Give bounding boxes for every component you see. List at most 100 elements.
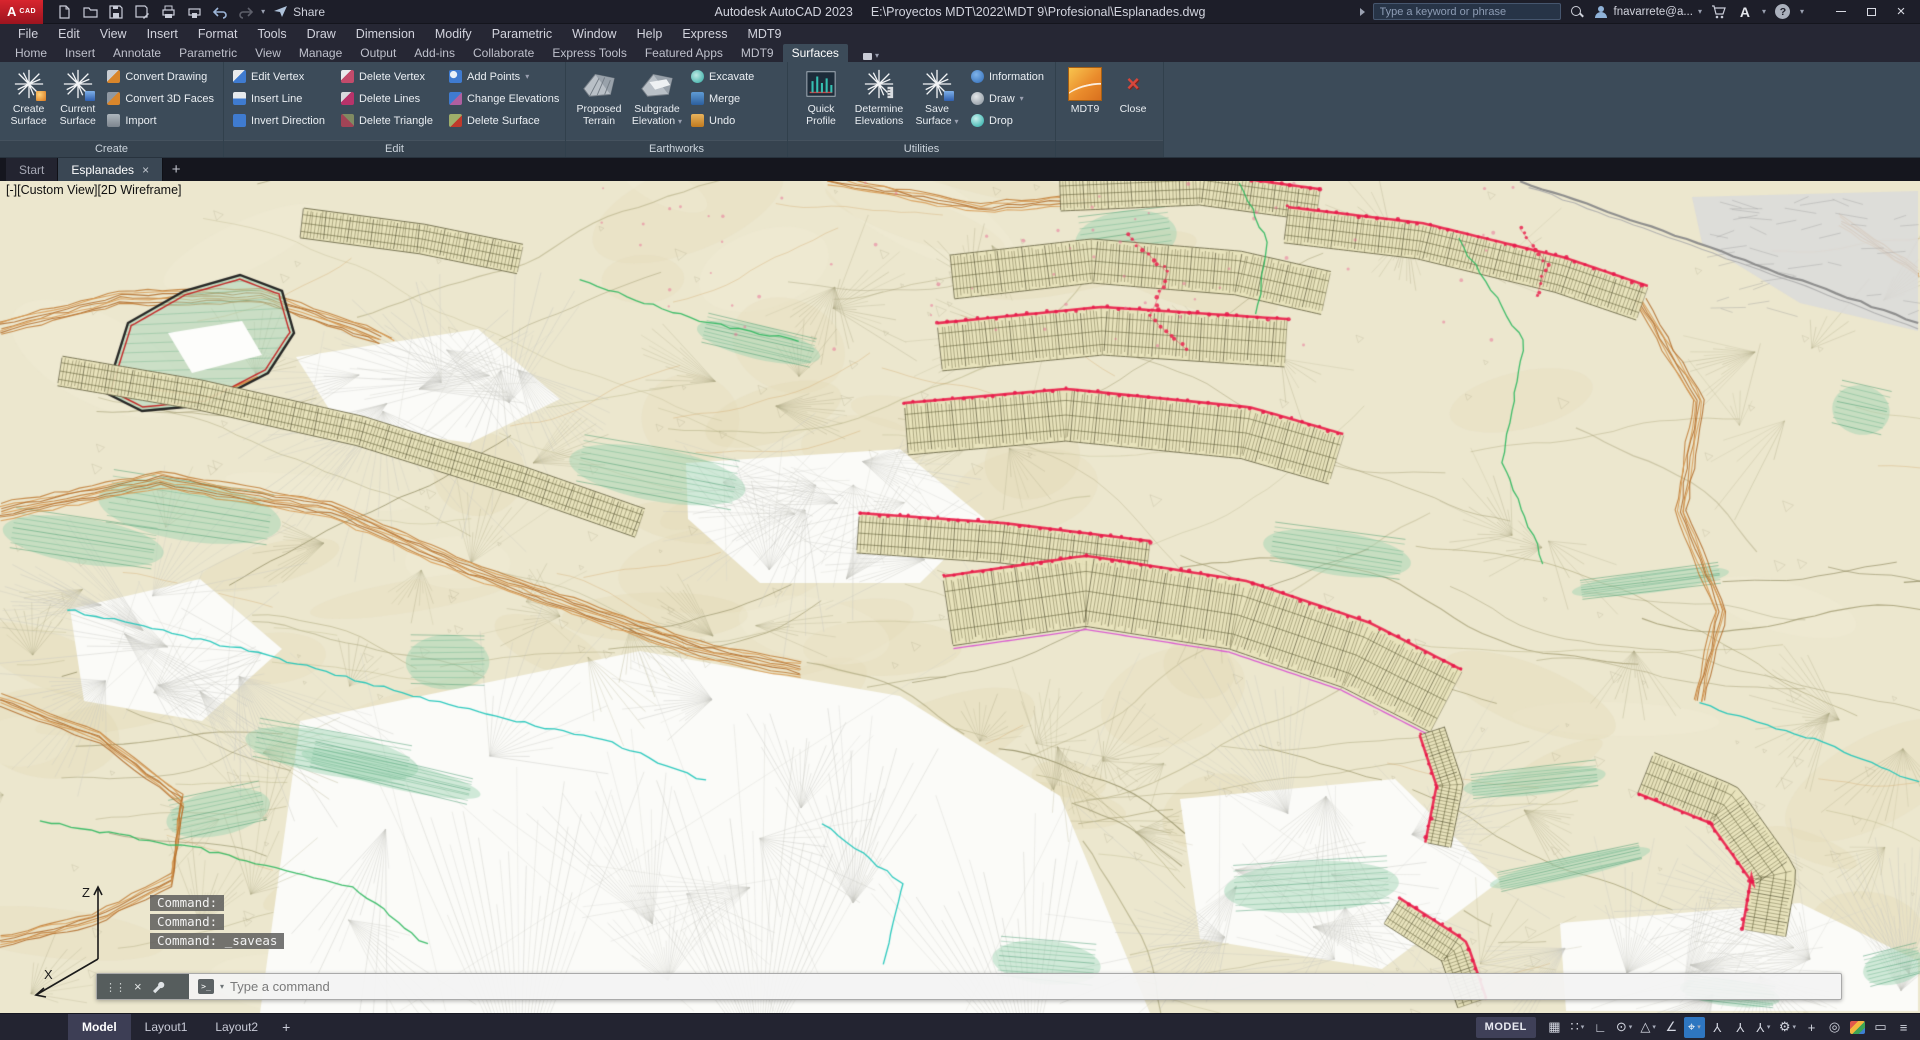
account-menu[interactable]: fnavarrete@a... ▾ (1593, 4, 1702, 19)
delete-triangle-button[interactable]: Delete Triangle (337, 111, 437, 130)
ribbon-tab-output[interactable]: Output (351, 44, 405, 62)
file-tab-start[interactable]: Start (6, 158, 58, 181)
menu-tools[interactable]: Tools (247, 24, 296, 44)
proposed-terrain-button[interactable]: Proposed Terrain (571, 64, 627, 140)
save-as-button[interactable] (131, 2, 153, 22)
menu-modify[interactable]: Modify (425, 24, 482, 44)
search-arrow-icon[interactable] (1360, 8, 1365, 16)
workspace-switching-button[interactable]: ⚙▾ (1776, 1017, 1799, 1038)
ribbon-tab-home[interactable]: Home (6, 44, 56, 62)
command-bar-handle[interactable]: × (97, 974, 189, 999)
undo-earthworks-button[interactable]: Undo (687, 111, 758, 130)
save-surface-button[interactable]: Save Surface ▾ (909, 64, 965, 140)
insert-line-button[interactable]: Insert Line (229, 89, 329, 108)
object-snap-toggle[interactable]: ⌖▾ (1684, 1017, 1705, 1038)
panel-label-edit[interactable]: Edit (224, 140, 565, 157)
import-button[interactable]: Import (103, 111, 218, 130)
drop-button[interactable]: Drop (967, 111, 1048, 130)
ribbon-display-toggle[interactable]: ▾ (858, 50, 884, 62)
model-space-button[interactable]: MODEL (1476, 1017, 1536, 1038)
change-elevations-button[interactable]: Change Elevations (445, 89, 563, 108)
new-file-tab-button[interactable]: + (163, 158, 189, 181)
menu-edit[interactable]: Edit (48, 24, 90, 44)
object-snap-tracking-toggle[interactable]: ∠ (1661, 1017, 1682, 1038)
ribbon-tab-addins[interactable]: Add-ins (405, 44, 464, 62)
autocad-logo[interactable]: A CAD (0, 0, 43, 24)
current-surface-button[interactable]: Current Surface (54, 64, 101, 140)
customize-wrench-icon[interactable] (151, 980, 165, 994)
drawing-viewport[interactable] (0, 181, 1920, 1013)
menu-insert[interactable]: Insert (137, 24, 188, 44)
menu-mdt9[interactable]: MDT9 (737, 24, 791, 44)
convert-drawing-button[interactable]: Convert Drawing (103, 67, 218, 86)
open-button[interactable] (79, 2, 101, 22)
viewport-controls-label[interactable]: [-][Custom View][2D Wireframe] (6, 183, 182, 197)
quick-profile-button[interactable]: Quick Profile (793, 64, 849, 140)
delete-surface-button[interactable]: Delete Surface (445, 111, 563, 130)
app-store-button[interactable] (1710, 3, 1728, 21)
ortho-toggle[interactable]: ∟ (1590, 1017, 1611, 1038)
delete-lines-button[interactable]: Delete Lines (337, 89, 437, 108)
menu-dimension[interactable]: Dimension (346, 24, 425, 44)
grid-toggle[interactable]: ▦ (1544, 1017, 1565, 1038)
annotation-scale-button[interactable]: Y▾ (1753, 1017, 1774, 1038)
minimize-button[interactable] (1826, 0, 1856, 24)
share-button[interactable]: Share (273, 5, 325, 19)
ribbon-tab-mdt9[interactable]: MDT9 (732, 44, 783, 62)
command-close-icon[interactable]: × (134, 979, 142, 994)
panel-label-utilities[interactable]: Utilities (788, 140, 1055, 157)
isometric-drafting-toggle[interactable]: △▾ (1637, 1017, 1659, 1038)
convert-3d-faces-button[interactable]: Convert 3D Faces (103, 89, 218, 108)
ribbon-tab-featured-apps[interactable]: Featured Apps (636, 44, 732, 62)
search-input[interactable] (1373, 3, 1561, 20)
draw-button[interactable]: Draw ▾ (967, 89, 1048, 108)
information-button[interactable]: Information (967, 67, 1048, 86)
redo-button[interactable] (235, 2, 257, 22)
ribbon-tab-manage[interactable]: Manage (290, 44, 351, 62)
merge-button[interactable]: Merge (687, 89, 758, 108)
panel-label-create[interactable]: Create (0, 140, 223, 157)
menu-view[interactable]: View (90, 24, 137, 44)
ribbon-tab-collaborate[interactable]: Collaborate (464, 44, 543, 62)
mdt9-button[interactable]: MDT9 (1061, 64, 1109, 140)
ribbon-tab-express-tools[interactable]: Express Tools (543, 44, 635, 62)
new-layout-button[interactable]: + (272, 1014, 300, 1040)
layout-tab-layout2[interactable]: Layout2 (201, 1014, 272, 1040)
new-drawing-button[interactable] (53, 2, 75, 22)
print-button[interactable] (183, 2, 205, 22)
plot-button[interactable] (157, 2, 179, 22)
panel-label-earthworks[interactable]: Earthworks (566, 140, 787, 157)
help-button[interactable]: ? (1774, 3, 1792, 21)
ribbon-tab-surfaces[interactable]: Surfaces (783, 44, 848, 62)
isolate-objects-button[interactable]: ◎ (1824, 1017, 1845, 1038)
save-button[interactable] (105, 2, 127, 22)
excavate-button[interactable]: Excavate (687, 67, 758, 86)
ribbon-tab-insert[interactable]: Insert (56, 44, 104, 62)
customization-button[interactable]: ≡ (1893, 1017, 1914, 1038)
layout-tab-model[interactable]: Model (68, 1014, 131, 1040)
add-points-button[interactable]: Add Points ▾ (445, 67, 563, 86)
graphics-performance-button[interactable] (1847, 1017, 1868, 1038)
undo-button[interactable] (209, 2, 231, 22)
command-input[interactable] (230, 979, 1832, 994)
file-tab-close-icon[interactable]: × (142, 163, 149, 177)
determine-elevations-button[interactable]: Determine Elevations (851, 64, 907, 140)
edit-vertex-button[interactable]: Edit Vertex (229, 67, 329, 86)
layout-tab-layout1[interactable]: Layout1 (131, 1014, 202, 1040)
invert-direction-button[interactable]: Invert Direction (229, 111, 329, 130)
menu-parametric[interactable]: Parametric (482, 24, 562, 44)
create-surface-button[interactable]: Create Surface (5, 64, 52, 140)
grip-icon[interactable] (105, 978, 125, 996)
ribbon-tab-view[interactable]: View (246, 44, 290, 62)
annotation-monitor-toggle[interactable]: + (1801, 1017, 1822, 1038)
menu-help[interactable]: Help (627, 24, 673, 44)
menu-draw[interactable]: Draw (297, 24, 346, 44)
restore-button[interactable] (1856, 0, 1886, 24)
delete-vertex-button[interactable]: Delete Vertex (337, 67, 437, 86)
annotation-autoscale-toggle[interactable]: Y (1730, 1017, 1751, 1038)
menu-format[interactable]: Format (188, 24, 248, 44)
ribbon-tab-annotate[interactable]: Annotate (104, 44, 170, 62)
autodesk-assistant-button[interactable]: A (1736, 3, 1754, 21)
polar-tracking-toggle[interactable]: ⊙▾ (1613, 1017, 1635, 1038)
snap-toggle[interactable]: ∷▾ (1567, 1017, 1588, 1038)
